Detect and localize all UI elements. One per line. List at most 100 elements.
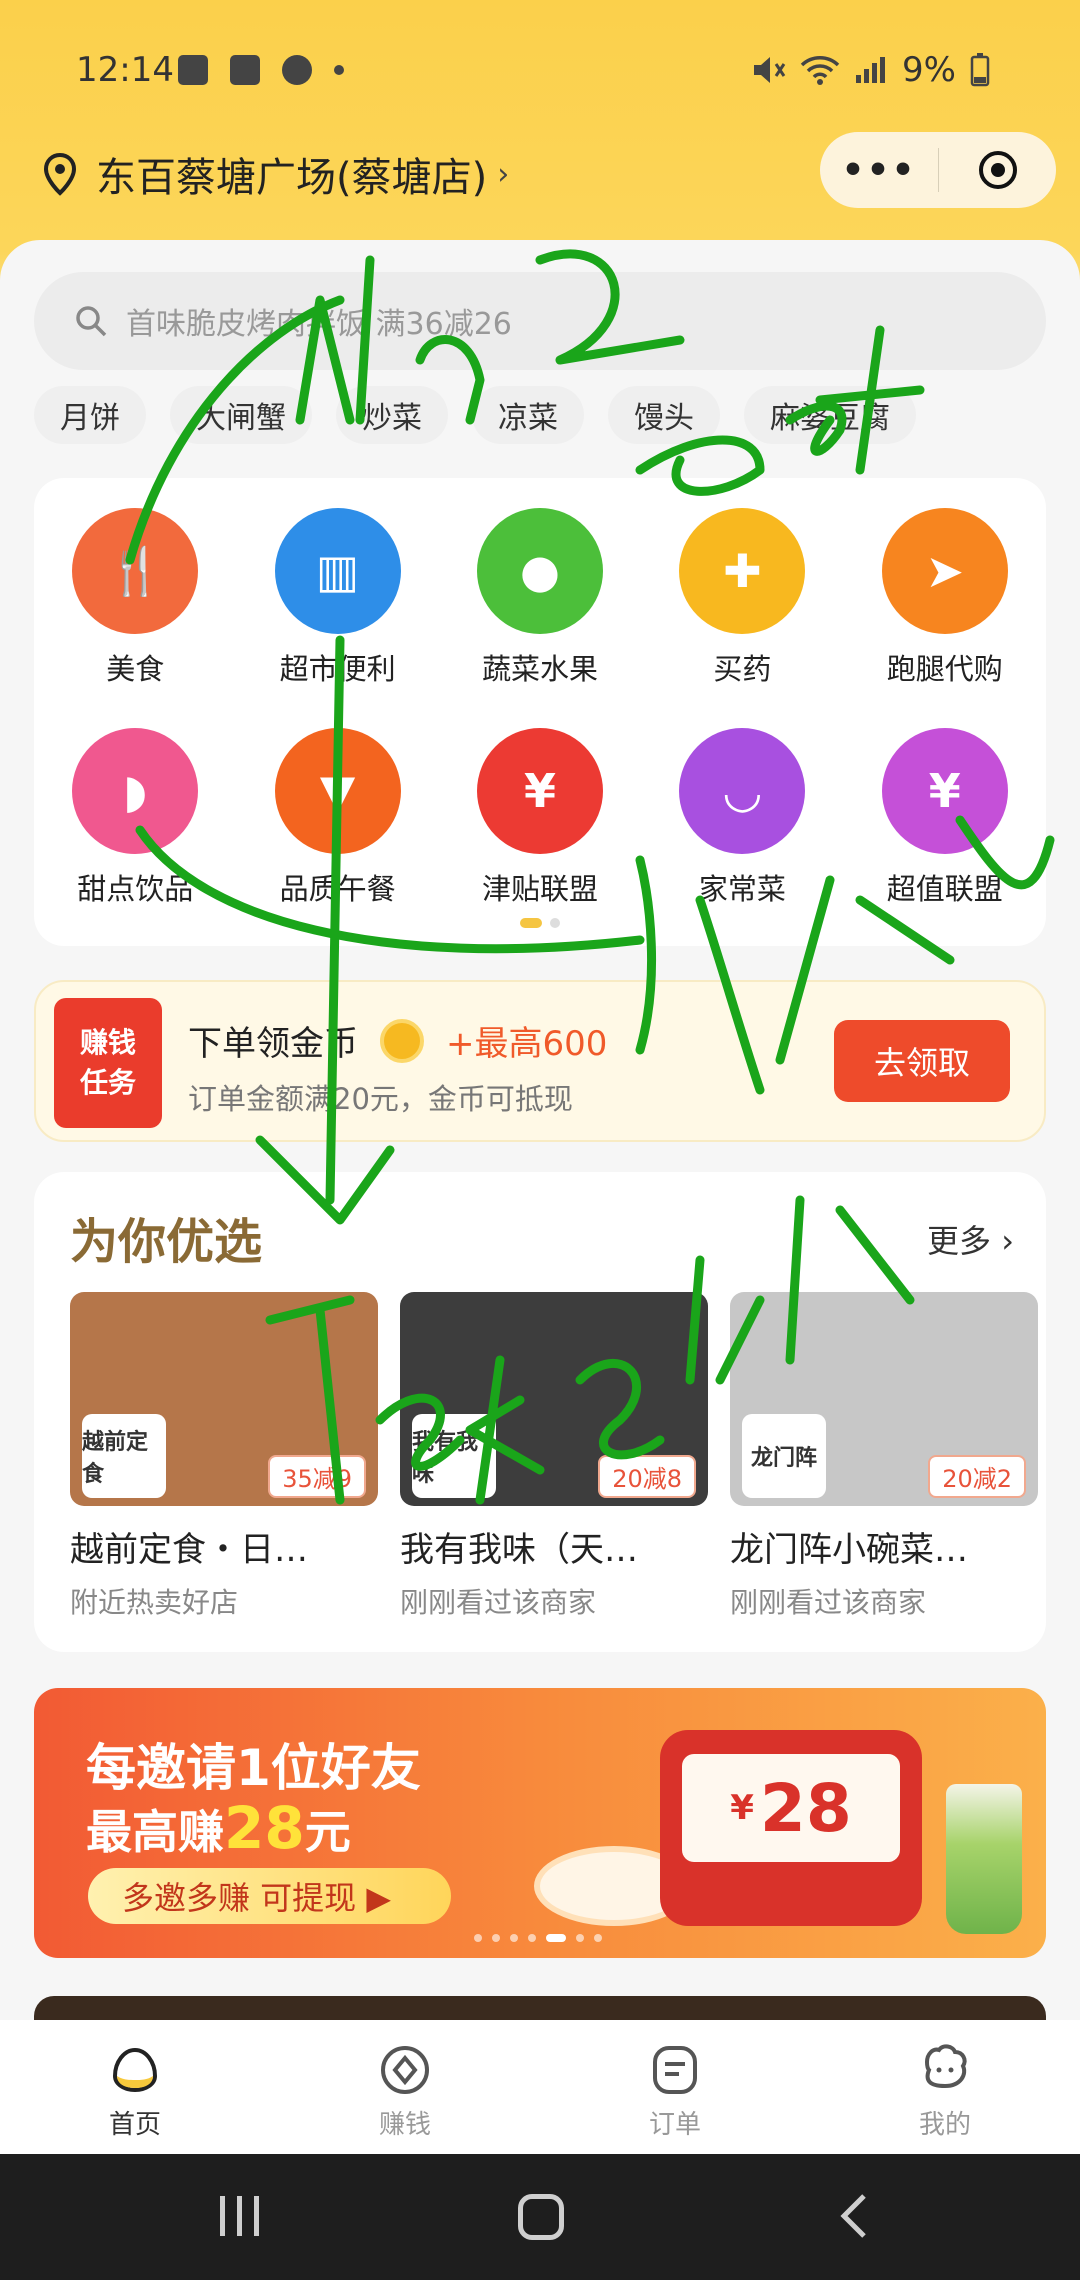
earn-title-row: 下单领金币 +最高600 [188, 1016, 607, 1065]
shop-card[interactable]: 龙门阵 20减2 龙门阵小碗菜… 刚刚看过该商家 [730, 1292, 1038, 1621]
back-button[interactable] [834, 2190, 874, 2242]
system-icons: 9% [752, 50, 990, 90]
battery-icon [970, 53, 990, 87]
badge-line: 任务 [79, 1066, 136, 1099]
ticket-yen: ¥ [730, 1788, 754, 1828]
shop-name: 龙门阵小碗菜… [730, 1530, 968, 1570]
runner-icon: ➤ [881, 508, 1008, 634]
apple-icon: ● [476, 508, 603, 634]
category-label: 美食 [106, 652, 165, 686]
shop-name: 越前定食・日… [70, 1530, 308, 1570]
section-title: 为你优选 [70, 1214, 263, 1270]
claim-button[interactable]: 去领取 [834, 1020, 1010, 1102]
pager-dot [492, 1934, 500, 1942]
pager-dot-active [546, 1934, 566, 1942]
banner-line2-suffix: 元 [304, 1805, 351, 1859]
piggy-bank-icon: ¥ [881, 728, 1008, 854]
keyword-chip[interactable]: 凉菜 [472, 386, 584, 444]
location-selector[interactable]: 东百蔡塘广场(蔡塘店) › [38, 145, 509, 203]
miniapp-capsule: ••• [820, 132, 1056, 208]
mute-icon [754, 57, 786, 83]
invite-banner[interactable]: 每邀请1位好友 最高赚28元 多邀多赚 可提现 ▶ ¥ 28 [34, 1688, 1046, 1958]
next-card-peek [34, 1996, 1046, 2020]
coin-icon [380, 1018, 424, 1063]
category-label: 甜点饮品 [77, 872, 194, 906]
shop-logo: 龙门阵 [742, 1414, 826, 1498]
banner-line2: 最高赚28元 [86, 1794, 351, 1862]
wine-glass-icon: ◗ [72, 728, 199, 854]
category-item[interactable]: ¥ 津贴联盟 [439, 728, 641, 908]
badge-line: 赚钱 [79, 1026, 136, 1059]
keyword-chip[interactable]: 炒菜 [336, 386, 448, 444]
category-item[interactable]: ➤ 跑腿代购 [844, 508, 1046, 688]
home-button[interactable] [518, 2194, 564, 2240]
shop-image: 我有我味 20减8 [400, 1292, 708, 1506]
more-menu-button[interactable]: ••• [820, 150, 938, 191]
category-item[interactable]: ◗ 甜点饮品 [34, 728, 236, 908]
shop-subtitle: 刚刚看过该商家 [400, 1586, 597, 1619]
pager-dot [510, 1934, 518, 1942]
close-miniapp-button[interactable] [939, 148, 1056, 192]
banner-cta[interactable]: 多邀多赚 可提现 ▶ [88, 1868, 451, 1924]
image-icon [230, 55, 260, 85]
earn-title: 下单领金币 [188, 1024, 358, 1064]
shop-name: 我有我味（天… [400, 1530, 638, 1570]
category-label: 家常菜 [698, 872, 786, 906]
location-name: 东百蔡塘广场(蔡塘店) [96, 155, 488, 201]
bowl-icon: ◡ [679, 728, 806, 854]
utensils-icon: 🍴 [72, 508, 199, 634]
tab-profile[interactable]: 我的 [810, 2020, 1080, 2154]
signal-icon [856, 57, 886, 83]
status-bar: 12:14 9% [0, 40, 1080, 100]
shop-card[interactable]: 我有我味 20减8 我有我味（天… 刚刚看过该商家 [400, 1292, 708, 1621]
drink-cup-image [946, 1784, 1022, 1934]
battery-percent: 9% [902, 50, 956, 90]
tab-label: 赚钱 [378, 2110, 431, 2140]
recent-apps-button[interactable] [220, 2196, 259, 2236]
category-item[interactable]: ● 蔬菜水果 [439, 508, 641, 688]
tab-label: 订单 [648, 2110, 701, 2140]
earn-coins-card[interactable]: 赚钱 任务 下单领金币 +最高600 订单金额满20元，金币可抵现 去领取 [34, 980, 1046, 1142]
shop-image: 越前定食 35减9 [70, 1292, 378, 1506]
pager-dot [576, 1934, 584, 1942]
earn-task-badge: 赚钱 任务 [54, 998, 162, 1128]
pager-dot [594, 1934, 602, 1942]
pager-dot [474, 1934, 482, 1942]
category-grid: 🍴 美食 ▥ 超市便利 ● 蔬菜水果 ✚ 买药 ➤ 跑腿代购 ◗ 甜点饮品 ▼ 品质午餐 ¥ 津贴联盟 ◡ 家常菜… [34, 508, 1046, 908]
discount-badge: 35减9 [268, 1455, 366, 1498]
shop-subtitle: 附近热卖好店 [70, 1586, 239, 1619]
shop-card[interactable]: 越前定食 35减9 越前定食・日… 附近热卖好店 [70, 1292, 378, 1621]
banner-amount: 28 [224, 1794, 305, 1862]
more-link[interactable]: 更多 › [927, 1216, 1014, 1262]
category-label: 买药 [713, 652, 772, 686]
keyword-chip[interactable]: 麻婆豆腐 [744, 386, 916, 444]
tab-orders[interactable]: 订单 [540, 2020, 810, 2154]
keyword-chip[interactable]: 月饼 [34, 386, 146, 444]
earn-subtitle: 订单金额满20元，金币可抵现 [188, 1082, 573, 1116]
recommended-card: 为你优选 更多 › 越前定食 35减9 越前定食・日… 附近热卖好店 我有我味 20减8 我… [34, 1172, 1046, 1652]
hot-keywords: 月饼 大闸蟹 炒菜 凉菜 馒头 麻婆豆腐 [34, 386, 916, 444]
pager-dot [550, 918, 560, 928]
earn-icon [381, 2046, 429, 2094]
wifi-icon [800, 56, 840, 85]
category-item[interactable]: 🍴 美食 [34, 508, 236, 688]
notification-icons [178, 55, 344, 85]
sim-icon [178, 55, 208, 85]
bottom-tab-bar: 首页 赚钱 订单 我的 [0, 2020, 1080, 2154]
search-icon [76, 306, 107, 337]
keyword-chip[interactable]: 大闸蟹 [170, 386, 312, 444]
category-item[interactable]: ✚ 买药 [641, 508, 843, 688]
category-item[interactable]: ▥ 超市便利 [236, 508, 438, 688]
tab-home[interactable]: 首页 [0, 2020, 270, 2154]
category-item[interactable]: ¥ 超值联盟 [844, 728, 1046, 908]
tab-earn[interactable]: 赚钱 [270, 2020, 540, 2154]
category-item[interactable]: ▼ 品质午餐 [236, 728, 438, 908]
medkit-icon: ✚ [679, 508, 806, 634]
category-item[interactable]: ◡ 家常菜 [641, 728, 843, 908]
pager-dot [528, 1934, 536, 1942]
keyword-chip[interactable]: 馒头 [608, 386, 720, 444]
category-label: 跑腿代购 [886, 652, 1003, 686]
search-bar[interactable]: 首味脆皮烤肉拌饭 满36减26 [34, 272, 1046, 370]
tab-label: 首页 [108, 2110, 161, 2140]
category-label: 津贴联盟 [481, 872, 598, 906]
